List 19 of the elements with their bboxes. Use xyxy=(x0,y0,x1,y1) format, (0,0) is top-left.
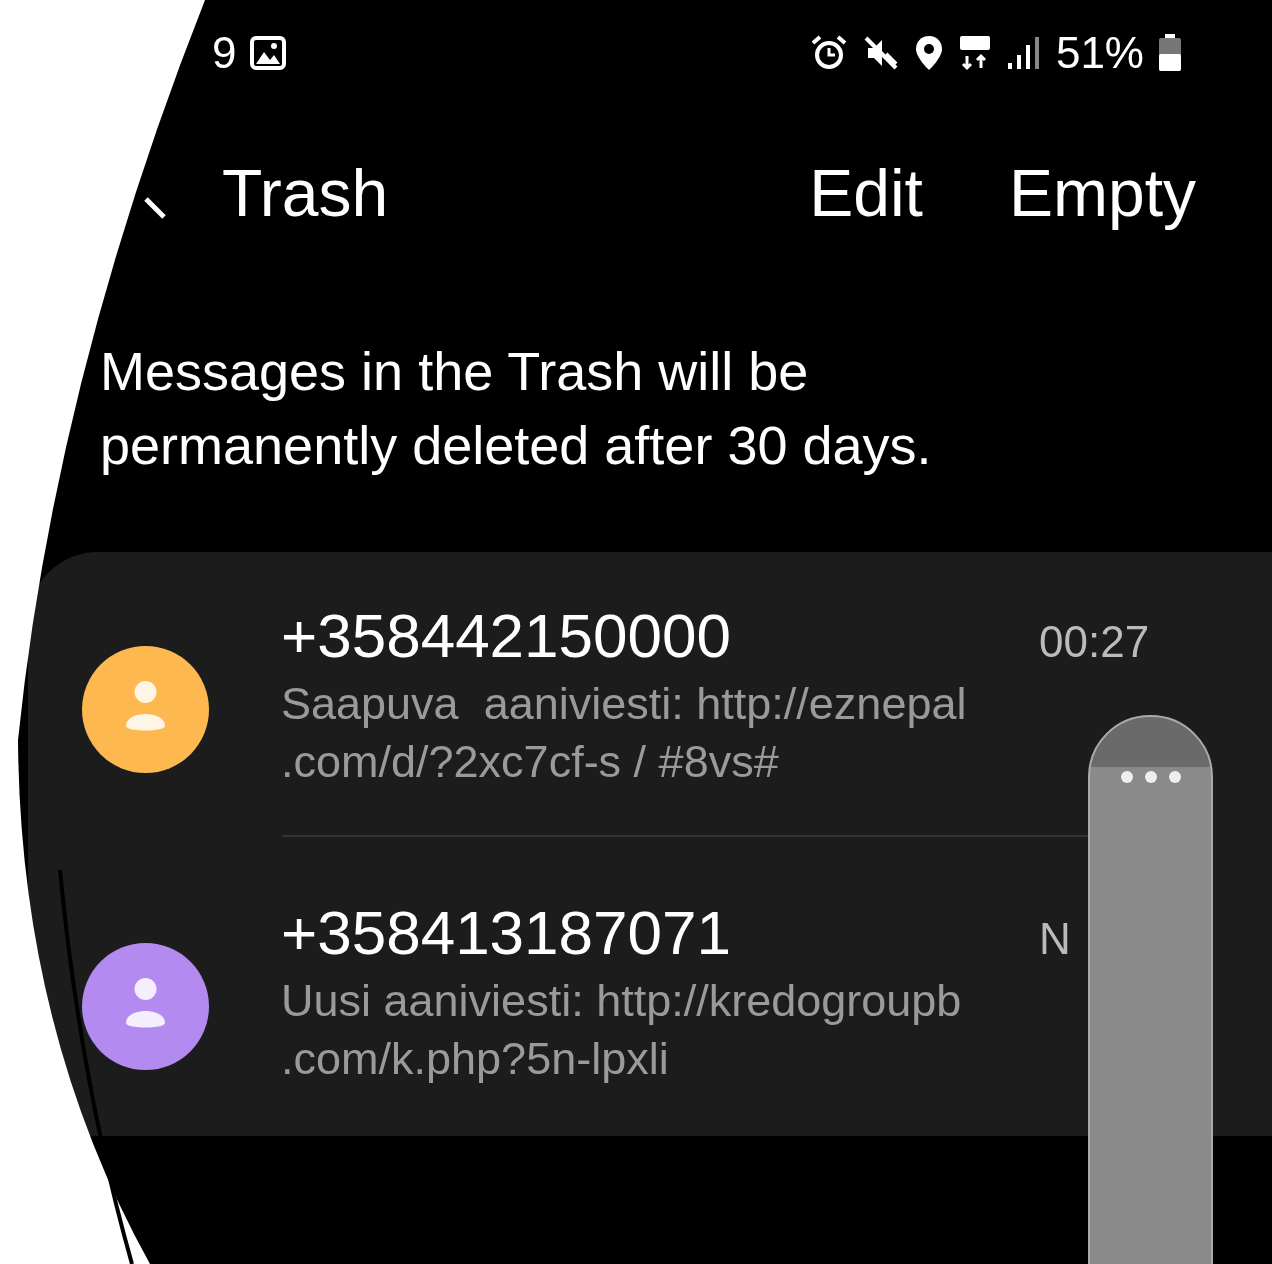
trash-notice: Messages in the Trash will be permanently deleted after 30 days. xyxy=(100,340,933,477)
message-time: N xyxy=(1039,914,1072,964)
alarm-icon xyxy=(809,34,848,72)
battery-icon xyxy=(1158,34,1182,72)
sender-number: +358413187071 xyxy=(281,897,732,968)
location-icon xyxy=(913,34,944,72)
message-preview: Saapuva aaniviesti: http://eznepal .com/d/?2xc7cf-s / #8vs# xyxy=(281,677,968,789)
message-preview: Uusi aaniviesti: http://kredogroupb .com/k.php?5n-lpxli xyxy=(281,974,963,1086)
battery-percent: 51% xyxy=(1055,28,1144,78)
image-icon xyxy=(250,36,287,70)
header-action-button[interactable]: Empty xyxy=(1008,155,1196,231)
sender-number: +358442150000 xyxy=(281,600,732,671)
signal-icon xyxy=(1005,35,1040,71)
status-time: 9 xyxy=(212,28,237,78)
header-action-button[interactable]: Edit xyxy=(809,155,923,231)
more-icon[interactable] xyxy=(1119,770,1183,784)
edge-panel-handle[interactable] xyxy=(1088,715,1213,1264)
page-title: Trash xyxy=(222,155,389,231)
message-time: 00:27 xyxy=(1039,617,1151,667)
